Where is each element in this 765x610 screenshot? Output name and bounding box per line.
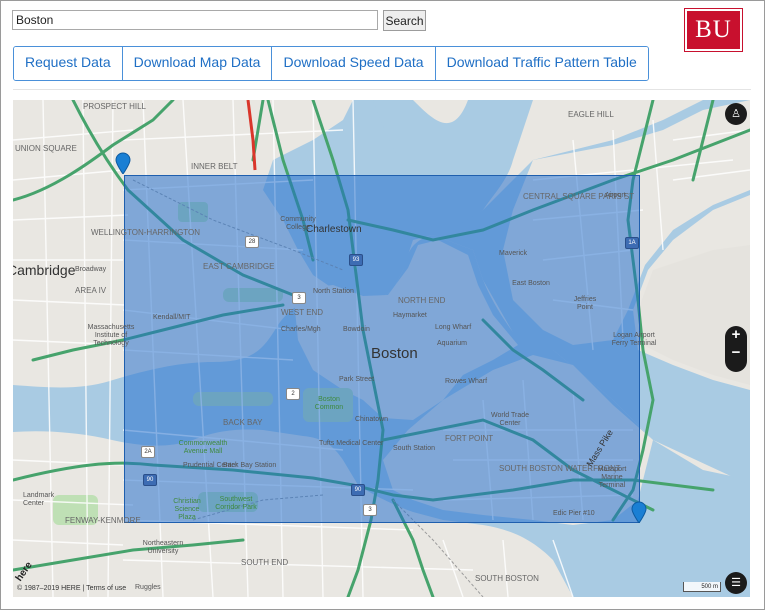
map-label: EAST CAMBRIDGE: [203, 262, 275, 271]
selection-corner-marker[interactable]: [631, 501, 647, 523]
map-label: AREA IV: [75, 286, 107, 295]
route-shield: 28: [245, 236, 259, 248]
map-label: PROSPECT HILL: [83, 102, 146, 111]
download-speed-data-button[interactable]: Download Speed Data: [272, 47, 436, 80]
divider: [13, 89, 751, 90]
route-shield: 2: [286, 388, 300, 400]
map-label: Commonwealth Avenue Mall: [178, 440, 228, 455]
map-label: Massachusetts Institute of Technology: [87, 324, 135, 347]
route-shield: 2A: [141, 446, 155, 458]
map-label: Prudential Center: [183, 462, 238, 469]
map-label: FENWAY-KENMORE: [65, 516, 141, 525]
map-label: Christian Science Plaza: [173, 498, 201, 521]
map-label: Boston Common: [314, 396, 344, 411]
map-label: BACK BAY: [223, 418, 263, 427]
map-label: SOUTH END: [241, 558, 289, 567]
map-label: EAGLE HILL: [568, 110, 614, 119]
congestion-segment: [246, 100, 257, 171]
download-map-data-button[interactable]: Download Map Data: [122, 47, 273, 80]
map-label: INNER BELT: [191, 162, 238, 171]
route-shield: 1A: [625, 237, 639, 249]
map-label: East Boston: [512, 280, 550, 287]
zoom-in-button[interactable]: +: [725, 326, 747, 344]
map-label: Landmark Center: [23, 492, 55, 507]
search-input[interactable]: [12, 10, 378, 30]
map-label: WELLINGTON-HARRINGTON: [91, 228, 201, 237]
map-label: Ruggles: [135, 584, 161, 591]
map-label: Tufts Medical Center: [319, 440, 384, 447]
route-shield: 93: [349, 254, 363, 266]
layers-icon[interactable]: ☰: [725, 572, 747, 594]
action-button-group: Request Data Download Map Data Download …: [13, 46, 649, 81]
bu-logo: BU: [684, 8, 743, 52]
pedestrian-icon[interactable]: ♙: [725, 103, 747, 125]
map-label: Chinatown: [355, 416, 389, 423]
map-label: Bowdoin: [343, 326, 370, 333]
map-label: Aquarium: [437, 340, 467, 347]
route-shield: 3: [292, 292, 306, 304]
map-label: Charles/Mgh: [281, 326, 321, 333]
selection-corner-marker[interactable]: [115, 152, 131, 174]
map-copyright[interactable]: © 1987–2019 HERE | Terms of use: [17, 585, 126, 592]
map-label: Community College: [280, 216, 316, 231]
map-label: Kendall/MIT: [153, 314, 191, 321]
map-label: South Station: [393, 445, 436, 452]
download-traffic-pattern-table-button[interactable]: Download Traffic Pattern Table: [435, 47, 648, 80]
request-data-button[interactable]: Request Data: [14, 47, 123, 80]
map-label: North Station: [313, 288, 354, 295]
map-label: Logan Airport Ferry Terminal: [611, 332, 657, 347]
map-label: Park Street: [339, 376, 375, 383]
search-button[interactable]: Search: [383, 10, 426, 31]
map-label: Northeastern University: [142, 540, 184, 555]
zoom-out-button[interactable]: −: [725, 344, 747, 362]
city-label: Boston: [371, 345, 418, 362]
map-label: Long Wharf: [435, 324, 472, 331]
map-label: Massport Marine Terminal: [597, 466, 627, 489]
map-label: Jeffries Point: [573, 296, 597, 311]
map-label: Rowes Wharf: [445, 378, 488, 385]
map-scale: 500 m: [683, 582, 721, 592]
route-shield: 90: [143, 474, 157, 486]
map-label: WEST END: [281, 308, 324, 317]
map-label: World Trade Center: [491, 412, 529, 427]
map-label: Edic Pier #10: [553, 510, 595, 517]
map-label: NORTH END: [398, 296, 446, 305]
map-label: Airport: [605, 192, 626, 199]
map-label: Haymarket: [393, 312, 427, 319]
map-label: FORT POINT: [445, 434, 494, 443]
map-label: UNION SQUARE: [15, 144, 77, 153]
route-shield: 90: [351, 484, 365, 496]
route-shield: 3: [363, 504, 377, 516]
map-label: SOUTH BOSTON: [475, 574, 539, 583]
zoom-control: + −: [725, 326, 747, 372]
map-label: Southwest Corridor Park: [215, 496, 257, 511]
map-view[interactable]: PROSPECT HILL UNION SQUARE INNER BELT EA…: [13, 100, 750, 597]
map-label: Maverick: [499, 250, 528, 257]
map-label: Broadway: [75, 266, 107, 273]
map-label: Cambridge: [13, 262, 76, 278]
